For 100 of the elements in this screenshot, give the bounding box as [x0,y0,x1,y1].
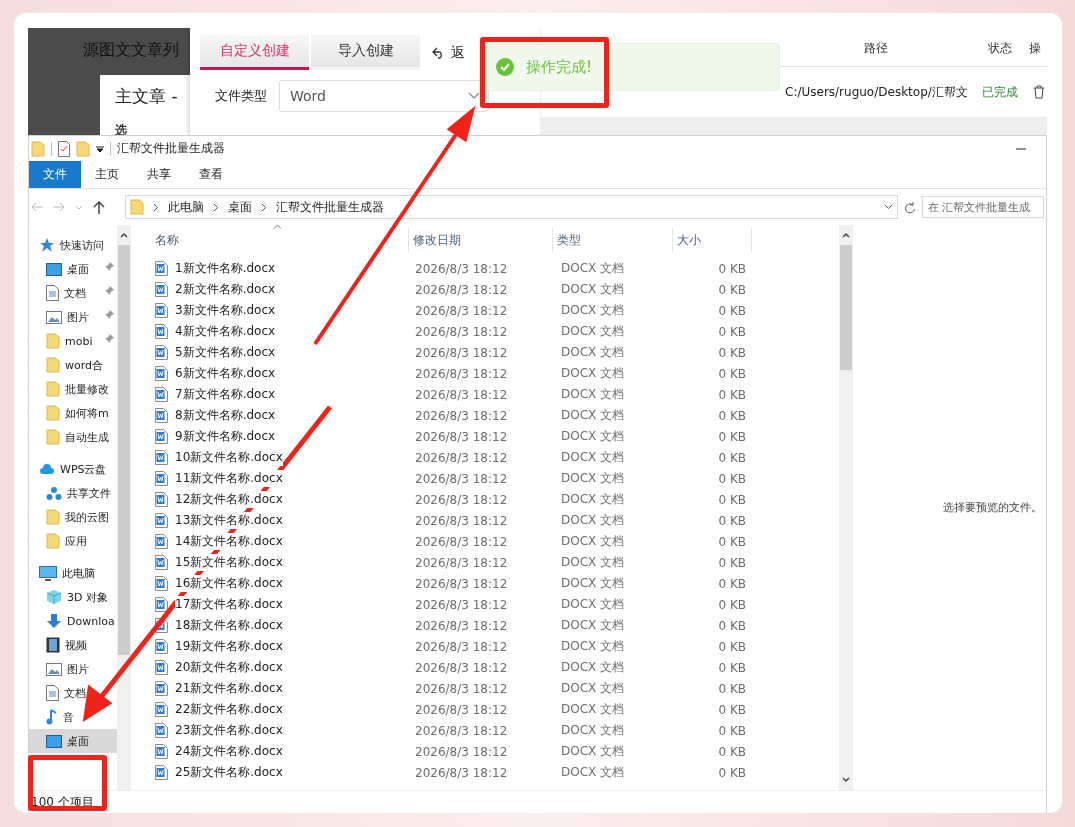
up-arrow-icon[interactable] [93,200,105,214]
chevron-right-icon [261,202,267,212]
scrollbar-thumb[interactable] [118,245,130,655]
folder-icon [76,140,90,157]
file-name[interactable]: 12新文件名称.docx [175,491,283,508]
breadcrumb-item[interactable]: 此电脑 [168,198,204,216]
nav-item[interactable]: 我的云图 [29,505,117,529]
nav-item[interactable]: WPS云盘 [29,457,117,481]
breadcrumb-item[interactable]: 汇帮文件批量生成器 [276,198,384,216]
minimize-icon[interactable] [1016,147,1026,150]
column-header: 操 [1029,39,1042,57]
dropdown-icon[interactable] [96,144,104,153]
chevron-down-icon [468,92,480,100]
document-icon [155,597,168,612]
nav-item[interactable]: 此电脑 [29,561,117,585]
table-cell-text: 0 KB [717,744,746,759]
scrollbar-thumb[interactable] [840,245,852,370]
file-name[interactable]: 9新文件名称.docx [175,428,276,445]
file-name[interactable]: 2新文件名称.docx [175,281,276,298]
ribbon-tab[interactable]: 共享 [133,161,185,188]
status-text: 已完成 [981,83,1019,101]
nav-item[interactable]: 文档 [29,281,117,305]
ribbon-tab[interactable]: 查看 [185,161,237,188]
file-name[interactable]: 22新文件名称.docx [175,701,283,718]
scroll-up-icon[interactable] [842,231,850,239]
nav-item[interactable]: 应用 [29,529,117,553]
column-header[interactable]: 类型 [553,227,673,253]
file-name[interactable]: 13新文件名称.docx [175,512,283,529]
document-icon [155,765,168,780]
nav-item[interactable]: 批量修改 [29,377,117,401]
file-name[interactable]: 18新文件名称.docx [175,617,283,634]
table-cell-text: DOCX 文档 [560,701,626,718]
file-name[interactable]: 4新文件名称.docx [175,323,276,340]
file-name[interactable]: 10新文件名称.docx [175,449,283,466]
file-name[interactable]: 15新文件名称.docx [175,554,283,571]
nav-item[interactable]: 图片 [29,657,117,681]
tab[interactable]: 自定义创建 [200,35,309,70]
scroll-up-icon[interactable] [120,231,128,239]
nav-item[interactable]: 视频 [29,633,117,657]
table-cell-text: DOCX 文档 [560,302,626,319]
file-name[interactable]: 11新文件名称.docx [175,470,283,487]
nav-item[interactable]: 图片 [29,305,117,329]
file-name[interactable]: 3新文件名称.docx [175,302,276,319]
checklist-icon[interactable] [58,140,70,157]
document-icon [155,450,168,465]
film-icon [46,637,60,653]
document-icon [46,285,59,301]
breadcrumb-item[interactable]: 桌面 [228,198,252,216]
scroll-down-icon[interactable] [842,776,850,784]
column-header[interactable]: 修改日期 [409,227,553,253]
nav-item[interactable]: 桌面 [29,729,117,753]
file-name[interactable]: 24新文件名称.docx [175,743,283,760]
nav-item[interactable]: 如何将m [29,401,117,425]
table-cell-text: DOCX 文档 [560,470,626,487]
table-cell-text: DOCX 文档 [560,323,626,340]
nav-item[interactable]: 音 [29,705,117,729]
ribbon-tab[interactable]: 主页 [81,161,133,188]
nav-item[interactable]: Downloa [29,609,117,633]
back-button[interactable]: 返 [422,35,475,70]
nav-item[interactable]: 3D 对象 [29,585,117,609]
file-name[interactable]: 7新文件名称.docx [175,386,276,403]
file-name[interactable]: 5新文件名称.docx [175,344,276,361]
search-field[interactable]: 在 汇帮文件批量生成 [922,196,1044,218]
nav-item[interactable]: 快速访问 [29,233,117,257]
column-header: 路径 [863,39,889,57]
nav-item[interactable]: mobi [29,329,117,353]
file-name[interactable]: 8新文件名称.docx [175,407,276,424]
document-icon [155,576,168,591]
scrollbar[interactable] [839,225,853,790]
file-name[interactable]: 20新文件名称.docx [175,659,283,676]
scrollbar[interactable] [117,225,131,790]
file-name[interactable]: 6新文件名称.docx [175,365,276,382]
folder-icon [46,381,60,397]
folder-icon [46,405,60,421]
nav-item[interactable]: 文档 [29,681,117,705]
file-name[interactable]: 21新文件名称.docx [175,680,283,697]
nav-item[interactable]: 桌面 [29,257,117,281]
file-name[interactable]: 14新文件名称.docx [175,533,283,550]
file-name[interactable]: 23新文件名称.docx [175,722,283,739]
table-cell-text: 2026/8/3 18:12 [414,765,509,780]
nav-item[interactable]: 自动生成 [29,425,117,449]
chevron-down-icon[interactable] [884,204,893,210]
nav-item[interactable]: 共享文件 [29,481,117,505]
file-name[interactable]: 1新文件名称.docx [175,260,276,277]
table-cell-text: 2026/8/3 18:12 [414,450,509,465]
nav-item[interactable]: word合 [29,353,117,377]
file-type-select[interactable]: Word [279,80,489,112]
column-header[interactable]: 大小 [673,227,752,253]
ribbon-tab[interactable]: 文件 [29,161,81,188]
desktop-icon [46,734,62,748]
file-name[interactable]: 17新文件名称.docx [175,596,283,613]
file-name[interactable]: 25新文件名称.docx [175,764,283,781]
file-name[interactable]: 16新文件名称.docx [175,575,283,592]
tab[interactable]: 导入创建 [311,35,420,70]
table-cell-text: 2026/8/3 18:12 [414,744,509,759]
refresh-icon[interactable] [904,200,916,214]
file-name[interactable]: 19新文件名称.docx [175,638,283,655]
address-bar[interactable]: 此电脑 桌面 汇帮文件批量生成器 [125,195,898,219]
table-cell-text: DOCX 文档 [560,533,626,550]
folder-icon [31,140,45,157]
